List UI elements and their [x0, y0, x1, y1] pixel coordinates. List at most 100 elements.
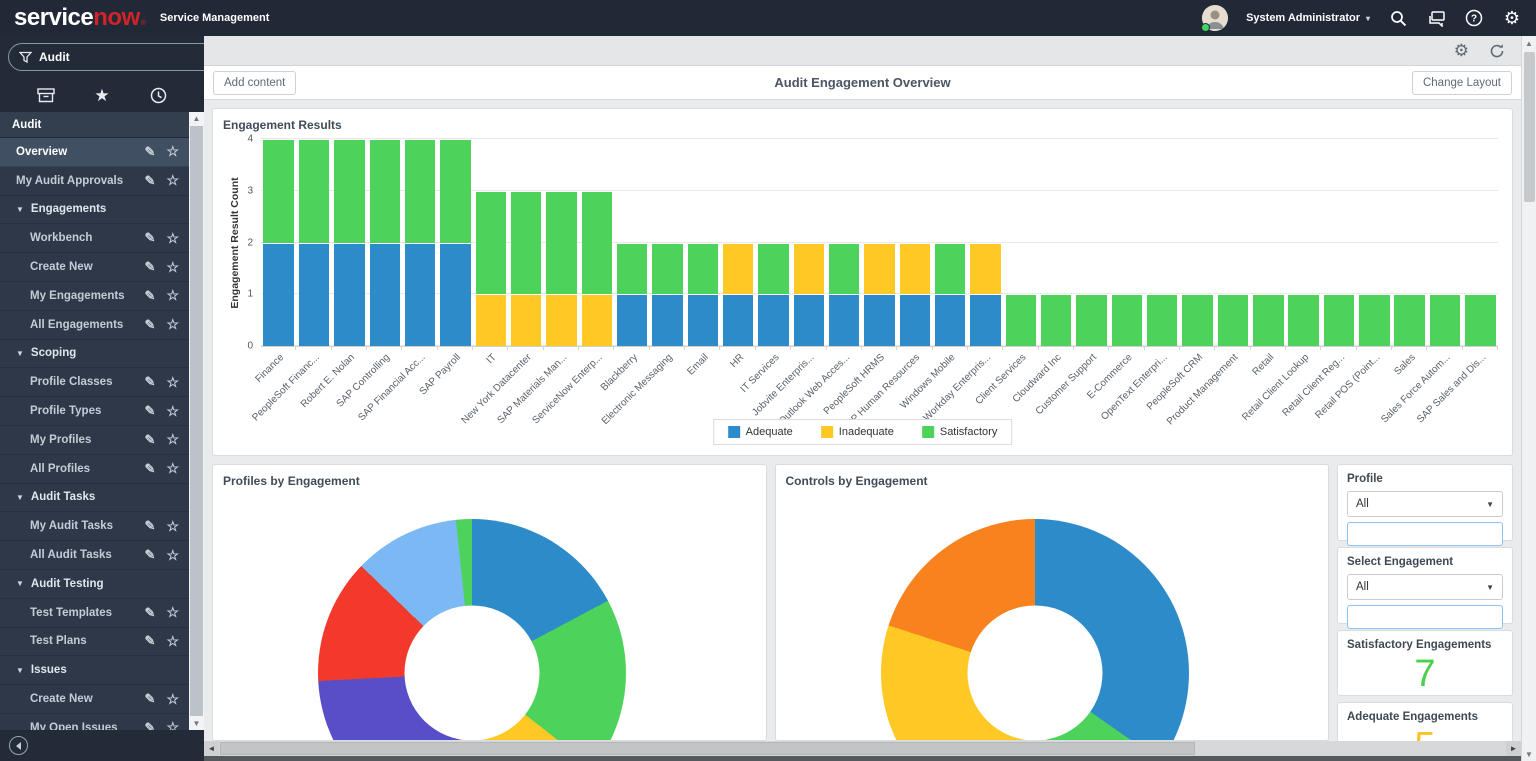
bar-segment-satisfactory[interactable]	[405, 139, 435, 243]
sidebar-scrollbar[interactable]: ▲ ▼	[189, 112, 204, 730]
sidebar-item-my-audit-tasks[interactable]: My Audit Tasks✎☆	[0, 512, 189, 541]
bar-finance[interactable]: Finance	[261, 139, 296, 346]
bar-email[interactable]: Email	[685, 139, 720, 346]
search-icon[interactable]	[1388, 8, 1408, 28]
change-layout-button[interactable]: Change Layout	[1412, 71, 1512, 95]
add-content-button[interactable]: Add content	[213, 71, 296, 95]
bar-sap-materials-man[interactable]: SAP Materials Man...	[544, 139, 579, 346]
favorite-star-icon[interactable]: ☆	[166, 604, 179, 621]
favorite-star-icon[interactable]: ☆	[166, 691, 179, 708]
bar-new-york-datacenter[interactable]: New York Datacenter	[508, 139, 543, 346]
favorite-star-icon[interactable]: ☆	[166, 172, 179, 189]
bar-segment-satisfactory[interactable]	[476, 191, 506, 295]
sidebar-section-audit-tasks[interactable]: ▼Audit Tasks	[0, 484, 189, 513]
scroll-right-icon[interactable]: ►	[1506, 741, 1521, 756]
bar-it[interactable]: IT	[473, 139, 508, 346]
edit-pencil-icon[interactable]: ✎	[145, 230, 156, 246]
user-avatar[interactable]	[1202, 5, 1228, 31]
bar-segment-satisfactory[interactable]	[758, 243, 788, 295]
bar-segment-satisfactory[interactable]	[546, 191, 576, 295]
favorite-star-icon[interactable]: ☆	[166, 547, 179, 564]
bar-servicenow-enterp[interactable]: ServiceNow Enterp...	[579, 139, 614, 346]
bar-segment-satisfactory[interactable]	[935, 243, 965, 295]
bar-segment-adequate[interactable]	[370, 243, 400, 347]
bar-segment-satisfactory[interactable]	[511, 191, 541, 295]
bar-segment-satisfactory[interactable]	[1394, 294, 1424, 346]
horizontal-scroll-thumb[interactable]	[220, 742, 1195, 755]
sidebar-item-create-new[interactable]: Create New✎☆	[0, 253, 189, 282]
bar-sap-human-resources[interactable]: SAP Human Resources	[897, 139, 932, 346]
help-icon[interactable]: ?	[1464, 8, 1484, 28]
legend-item-satisfactory[interactable]: Satisfactory	[922, 426, 997, 438]
bar-sap-controlling[interactable]: SAP Controlling	[367, 139, 402, 346]
favorites-star-icon[interactable]: ★	[90, 83, 114, 107]
scroll-left-icon[interactable]: ◄	[204, 741, 219, 756]
sidebar-item-overview[interactable]: Overview✎☆	[0, 138, 189, 167]
vertical-scroll-thumb[interactable]	[1524, 52, 1535, 202]
bar-client-services[interactable]: Client Services	[1003, 139, 1038, 346]
bar-retail[interactable]: Retail	[1251, 139, 1286, 346]
sidebar-item-all-profiles[interactable]: All Profiles✎☆	[0, 455, 189, 484]
bar-segment-adequate[interactable]	[794, 294, 824, 346]
sidebar-item-test-templates[interactable]: Test Templates✎☆	[0, 599, 189, 628]
bar-segment-inadequate[interactable]	[864, 243, 894, 295]
bar-segment-adequate[interactable]	[829, 294, 859, 346]
engagement-search-input[interactable]	[1347, 605, 1503, 629]
edit-pencil-icon[interactable]: ✎	[145, 374, 156, 390]
bar-peoplesoft-crm[interactable]: PeopleSoft CRM	[1180, 139, 1215, 346]
bar-segment-satisfactory[interactable]	[1041, 294, 1071, 346]
bar-windows-mobile[interactable]: Windows Mobile	[933, 139, 968, 346]
bar-outlook-web-acces[interactable]: Outlook Web Acces...	[827, 139, 862, 346]
bar-segment-adequate[interactable]	[652, 294, 682, 346]
sidebar-item-test-plans[interactable]: Test Plans✎☆	[0, 628, 189, 657]
favorite-star-icon[interactable]: ☆	[166, 403, 179, 420]
bar-segment-inadequate[interactable]	[723, 243, 753, 295]
sidebar-item-my-engagements[interactable]: My Engagements✎☆	[0, 282, 189, 311]
bar-segment-satisfactory[interactable]	[299, 139, 329, 243]
bar-segment-adequate[interactable]	[334, 243, 364, 347]
favorite-star-icon[interactable]: ☆	[166, 230, 179, 247]
bar-retail-client-lookup[interactable]: Retail Client Lookup	[1286, 139, 1321, 346]
bar-sales-force-autom[interactable]: Sales Force Autom...	[1427, 139, 1462, 346]
bar-sap-payroll[interactable]: SAP Payroll	[438, 139, 473, 346]
favorite-star-icon[interactable]: ☆	[166, 259, 179, 276]
bar-segment-satisfactory[interactable]	[1006, 294, 1036, 346]
favorite-star-icon[interactable]: ☆	[166, 431, 179, 448]
bar-segment-adequate[interactable]	[970, 294, 1000, 346]
bar-segment-adequate[interactable]	[263, 243, 293, 347]
chat-icon[interactable]	[1426, 8, 1446, 28]
bar-segment-satisfactory[interactable]	[334, 139, 364, 243]
sidebar-item-all-engagements[interactable]: All Engagements✎☆	[0, 311, 189, 340]
bar-segment-satisfactory[interactable]	[370, 139, 400, 243]
edit-pencil-icon[interactable]: ✎	[145, 173, 156, 189]
bar-segment-satisfactory[interactable]	[1182, 294, 1212, 346]
servicenow-logo[interactable]: servicenow®	[14, 4, 146, 32]
bar-electronic-messaging[interactable]: Electronic Messaging	[650, 139, 685, 346]
bar-segment-satisfactory[interactable]	[652, 243, 682, 295]
bar-segment-satisfactory[interactable]	[617, 243, 647, 295]
sidebar-scroll-thumb[interactable]	[190, 126, 203, 716]
edit-pencil-icon[interactable]: ✎	[145, 432, 156, 448]
bar-segment-inadequate[interactable]	[970, 243, 1000, 295]
user-menu[interactable]: System Administrator ▾	[1246, 12, 1370, 24]
profile-select[interactable]: All ▼	[1347, 491, 1503, 517]
collapse-navigator-icon[interactable]	[9, 736, 28, 755]
bar-opentext-enterpri[interactable]: OpenText Enterpri...	[1145, 139, 1180, 346]
sidebar-item-workbench[interactable]: Workbench✎☆	[0, 224, 189, 253]
bar-segment-satisfactory[interactable]	[1218, 294, 1248, 346]
dashboard-settings-gear-icon[interactable]: ⚙	[1454, 42, 1469, 59]
bar-segment-satisfactory[interactable]	[1112, 294, 1142, 346]
edit-pencil-icon[interactable]: ✎	[145, 259, 156, 275]
bar-segment-adequate[interactable]	[900, 294, 930, 346]
sidebar-section-audit-testing[interactable]: ▼Audit Testing	[0, 570, 189, 599]
controls-donut-chart[interactable]	[881, 519, 1189, 741]
scroll-down-icon[interactable]: ▼	[1525, 747, 1533, 761]
sidebar-section-issues[interactable]: ▼Issues	[0, 656, 189, 685]
bar-segment-adequate[interactable]	[617, 294, 647, 346]
edit-pencil-icon[interactable]: ✎	[145, 518, 156, 534]
bar-peoplesoft-hrms[interactable]: PeopleSoft HRMS	[862, 139, 897, 346]
edit-pencil-icon[interactable]: ✎	[145, 720, 156, 730]
bar-segment-inadequate[interactable]	[546, 294, 576, 346]
bar-robert-e-nolan[interactable]: Robert E. Nolan	[332, 139, 367, 346]
edit-pencil-icon[interactable]: ✎	[145, 461, 156, 477]
